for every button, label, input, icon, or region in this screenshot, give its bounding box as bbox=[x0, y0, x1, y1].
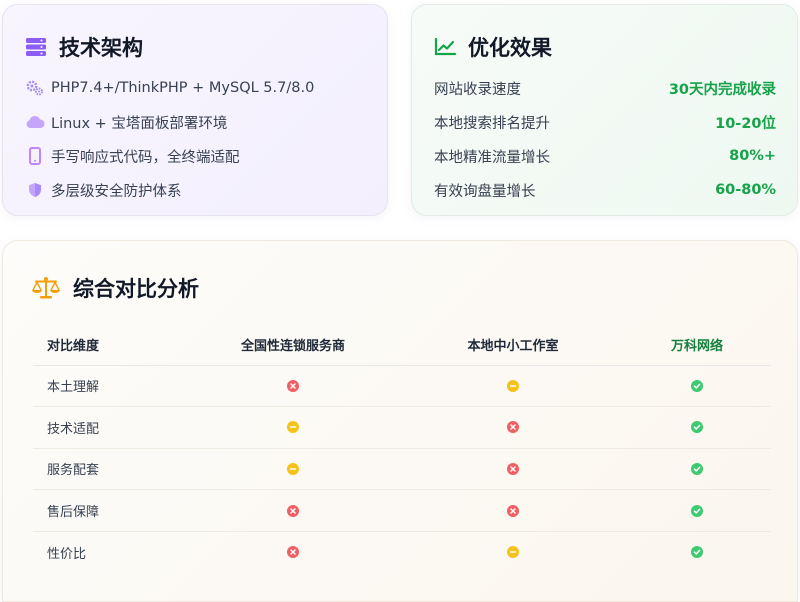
effect-item-value: 60-80% bbox=[715, 182, 776, 198]
check-circle-icon bbox=[691, 462, 703, 475]
check-circle-icon bbox=[691, 421, 703, 434]
tech-item-text: 手写响应式代码，全终端适配 bbox=[51, 149, 240, 166]
effect-item-value: 30天内完成收录 bbox=[668, 81, 776, 98]
table-row: 服务配套 bbox=[33, 448, 771, 491]
rating-cell bbox=[183, 406, 403, 449]
table-row: 技术适配 bbox=[33, 406, 771, 449]
effect-card-title: 优化效果 bbox=[434, 32, 552, 62]
header-national-chain: 全国性连锁服务商 bbox=[183, 325, 403, 366]
x-circle-icon bbox=[287, 504, 299, 517]
compare-card-title-text: 综合对比分析 bbox=[73, 277, 199, 301]
balance-scale-icon bbox=[32, 277, 60, 299]
server-icon bbox=[26, 38, 46, 56]
effect-item-label: 本地精准流量增长 bbox=[434, 149, 550, 166]
rating-cell bbox=[403, 489, 623, 532]
row-dimension: 性价比 bbox=[47, 546, 87, 562]
tech-item: 多层级安全防护体系 bbox=[25, 173, 375, 207]
rating-cell bbox=[623, 531, 771, 573]
x-circle-icon bbox=[507, 421, 519, 434]
rating-cell bbox=[183, 448, 403, 491]
tech-list: PHP7.4+/ThinkPHP + MySQL 5.7/8.0 Linux +… bbox=[25, 71, 375, 207]
row-dimension: 售后保障 bbox=[33, 489, 183, 532]
tech-item-text: Linux + 宝塔面板部署环境 bbox=[51, 115, 228, 132]
table-row: 本土理解 bbox=[33, 365, 771, 408]
effect-card-title-text: 优化效果 bbox=[468, 36, 552, 60]
gears-icon bbox=[25, 78, 45, 98]
header-dimension: 对比维度 bbox=[33, 325, 183, 366]
chart-line-icon bbox=[434, 38, 456, 56]
tech-card-title-text: 技术架构 bbox=[59, 36, 143, 60]
row-dimension: 服务配套 bbox=[33, 448, 183, 491]
tech-architecture-card: 技术架构 PHP7.4+/ThinkPHP + MySQL 5.7/8.0 Li… bbox=[2, 4, 388, 216]
check-circle-icon bbox=[691, 379, 703, 392]
x-circle-icon bbox=[287, 546, 299, 559]
tech-card-title: 技术架构 bbox=[25, 32, 143, 62]
header-local-studio: 本地中小工作室 bbox=[403, 325, 623, 366]
rating-cell bbox=[623, 448, 771, 491]
optimization-effect-card: 优化效果 网站收录速度 30天内完成收录 本地搜索排名提升 10-20位 本地精… bbox=[411, 4, 798, 216]
x-circle-icon bbox=[507, 504, 519, 517]
rating-cell bbox=[183, 531, 403, 573]
rating-cell bbox=[623, 489, 771, 532]
minus-circle-icon bbox=[287, 462, 299, 475]
table-row: 性价比 bbox=[33, 531, 771, 573]
tech-item: PHP7.4+/ThinkPHP + MySQL 5.7/8.0 bbox=[25, 71, 375, 105]
minus-circle-icon bbox=[287, 421, 299, 434]
rating-cell bbox=[403, 448, 623, 491]
row-dimension: 本土理解 bbox=[33, 365, 183, 408]
tech-item-text: 多层级安全防护体系 bbox=[51, 183, 182, 200]
tech-item: 手写响应式代码，全终端适配 bbox=[25, 139, 375, 173]
rating-cell bbox=[623, 406, 771, 449]
effect-item-label: 有效询盘量增长 bbox=[434, 183, 536, 200]
rating-cell bbox=[183, 489, 403, 532]
effect-item-label: 本地搜索排名提升 bbox=[434, 115, 550, 132]
effect-item-value: 10-20位 bbox=[715, 115, 776, 132]
minus-circle-icon bbox=[507, 379, 519, 392]
effect-list: 网站收录速度 30天内完成收录 本地搜索排名提升 10-20位 本地精准流量增长… bbox=[434, 71, 776, 207]
effect-item-label: 网站收录速度 bbox=[434, 81, 521, 98]
rating-cell bbox=[403, 531, 623, 573]
tech-item-text: PHP7.4+/ThinkPHP + MySQL 5.7/8.0 bbox=[51, 80, 315, 96]
comparison-table: 对比维度 全国性连锁服务商 本地中小工作室 万科网络 本土理解 技术适配 服务配套售… bbox=[33, 325, 771, 573]
x-circle-icon bbox=[507, 462, 519, 475]
mobile-icon bbox=[25, 146, 45, 166]
rating-cell bbox=[183, 365, 403, 408]
table-header-row: 对比维度 全国性连锁服务商 本地中小工作室 万科网络 bbox=[33, 325, 771, 366]
table-row: 售后保障 bbox=[33, 489, 771, 532]
header-wanke: 万科网络 bbox=[623, 325, 771, 366]
check-circle-icon bbox=[691, 504, 703, 517]
x-circle-icon bbox=[287, 379, 299, 392]
check-circle-icon bbox=[691, 546, 703, 559]
rating-cell bbox=[403, 406, 623, 449]
effect-item: 有效询盘量增长 60-80% bbox=[434, 173, 776, 207]
rating-cell bbox=[403, 365, 623, 408]
rating-cell bbox=[623, 365, 771, 408]
effect-item: 网站收录速度 30天内完成收录 bbox=[434, 71, 776, 105]
effect-item: 本地精准流量增长 80%+ bbox=[434, 139, 776, 173]
effect-item: 本地搜索排名提升 10-20位 bbox=[434, 105, 776, 139]
comparison-card: 综合对比分析 对比维度 全国性连锁服务商 本地中小工作室 万科网络 本土理解 技术… bbox=[2, 240, 798, 602]
effect-item-value: 80%+ bbox=[729, 148, 776, 164]
cloud-icon bbox=[25, 112, 45, 132]
shield-icon bbox=[25, 180, 45, 200]
tech-item: Linux + 宝塔面板部署环境 bbox=[25, 105, 375, 139]
row-dimension: 技术适配 bbox=[33, 406, 183, 449]
minus-circle-icon bbox=[507, 546, 519, 559]
compare-card-title: 综合对比分析 bbox=[31, 273, 199, 303]
